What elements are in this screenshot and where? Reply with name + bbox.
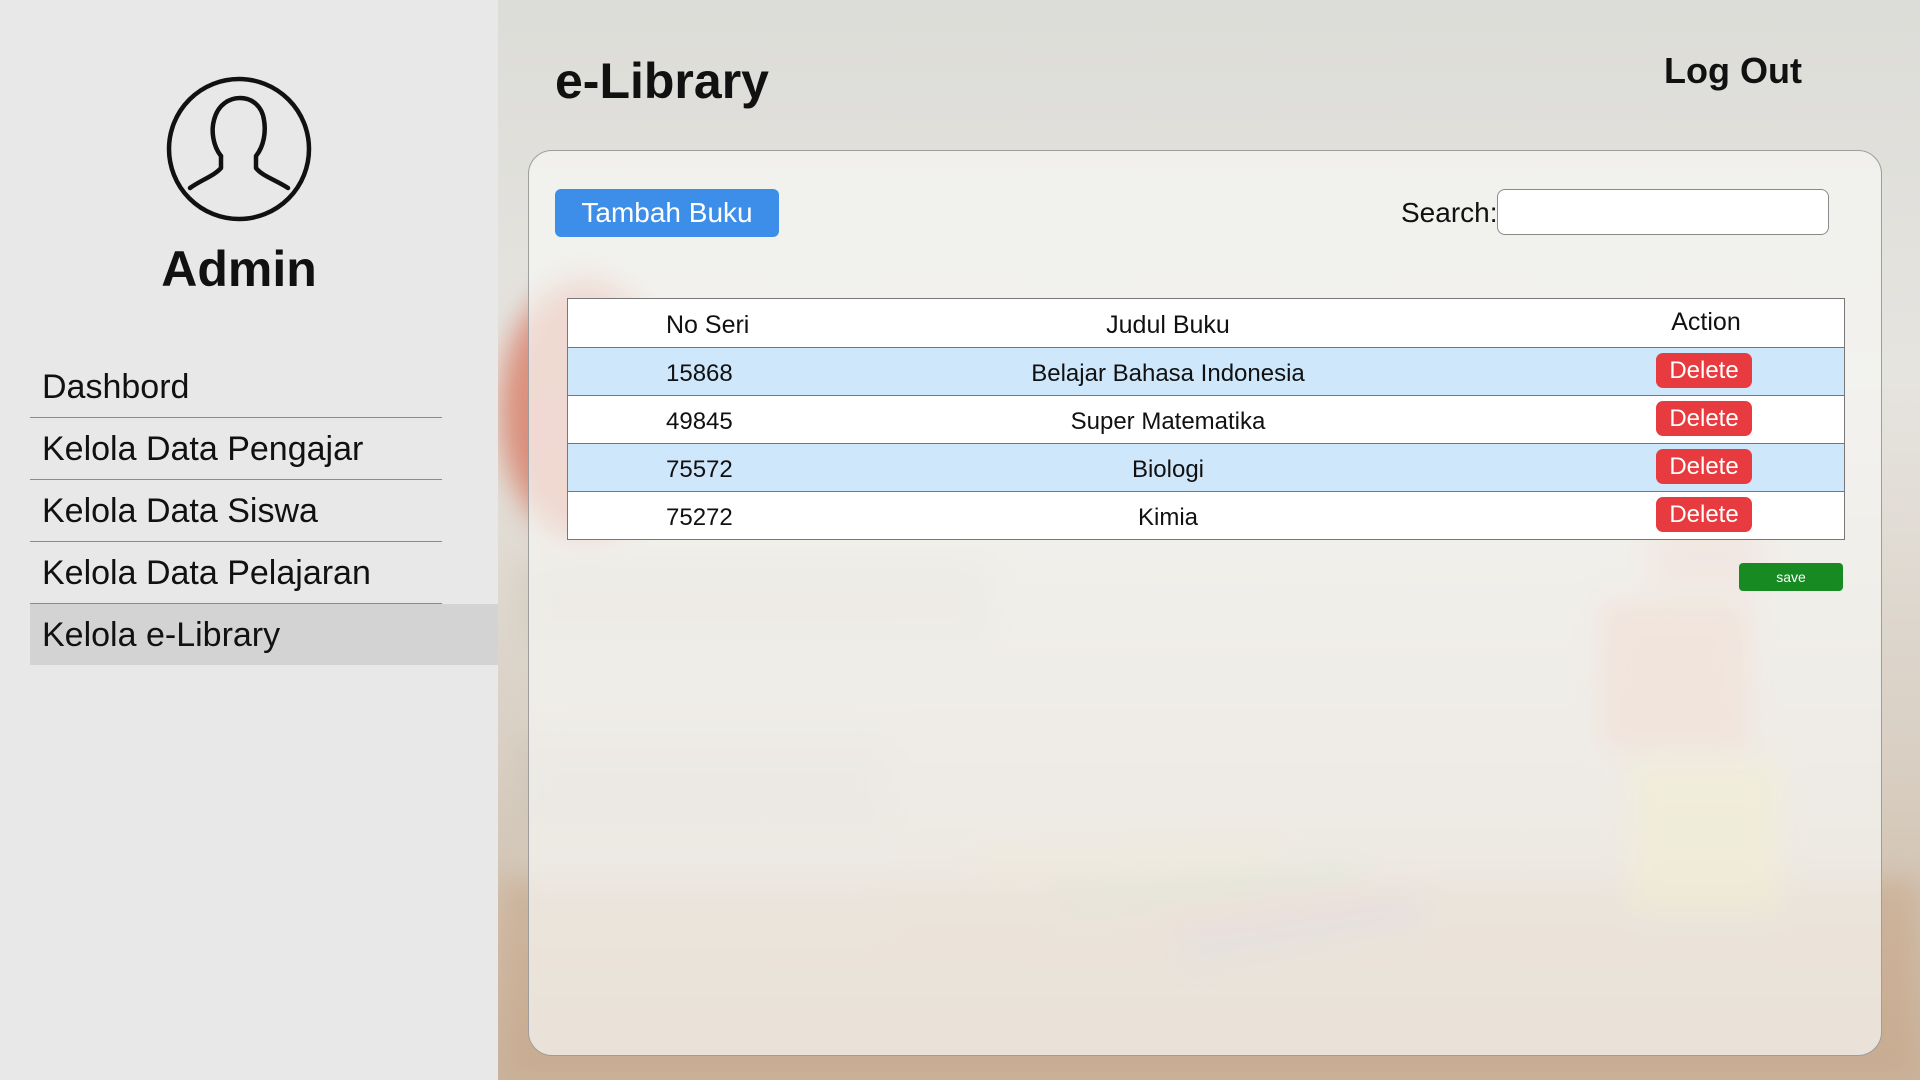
cell-no-seri: 49845: [666, 408, 733, 435]
nav-item-kelola-e-library[interactable]: Kelola e-Library: [30, 604, 498, 665]
cell-judul-buku: Kimia: [1137, 504, 1198, 531]
delete-button[interactable]: Delete: [1656, 401, 1752, 436]
table-row: 75272 Kimia Delete: [568, 492, 1844, 539]
cell-judul-buku: Belajar Bahasa Indonesia: [1031, 360, 1305, 387]
nav-item-kelola-data-pelajaran[interactable]: Kelola Data Pelajaran: [30, 542, 442, 604]
nav-item-kelola-data-siswa[interactable]: Kelola Data Siswa: [30, 480, 442, 542]
user-avatar-icon: [166, 76, 312, 222]
sidebar-nav: Dashbord Kelola Data Pengajar Kelola Dat…: [30, 356, 498, 665]
nav-item-kelola-data-pengajar[interactable]: Kelola Data Pengajar: [30, 418, 442, 480]
logout-button[interactable]: Log Out: [1664, 50, 1802, 92]
delete-button[interactable]: Delete: [1656, 449, 1752, 484]
table-row: 49845 Super Matematika Delete: [568, 396, 1844, 444]
cell-no-seri: 75572: [666, 456, 733, 483]
cell-judul-buku: Super Matematika: [1070, 408, 1266, 435]
table-row: 15868 Belajar Bahasa Indonesia Delete: [568, 348, 1844, 396]
nav-item-dashbord[interactable]: Dashbord: [30, 356, 442, 418]
column-header-no-seri: No Seri: [666, 311, 750, 339]
table-header-row: No Seri Judul Buku Action: [568, 299, 1844, 348]
delete-button[interactable]: Delete: [1656, 353, 1752, 388]
user-name: Admin: [161, 241, 317, 297]
content-panel: Tambah Buku Search: No Seri Judul Buku A…: [528, 150, 1882, 1056]
search-input[interactable]: [1497, 189, 1829, 235]
delete-button[interactable]: Delete: [1656, 497, 1752, 532]
search-label: Search:: [1401, 197, 1498, 228]
table-row: 75572 Biologi Delete: [568, 444, 1844, 492]
column-header-judul-buku: Judul Buku: [1106, 311, 1230, 339]
cell-no-seri: 15868: [666, 360, 733, 387]
page-title: e-Library: [555, 53, 769, 109]
save-button[interactable]: save: [1739, 563, 1843, 591]
books-table: No Seri Judul Buku Action 15868 Belajar …: [567, 298, 1845, 540]
add-book-button[interactable]: Tambah Buku: [555, 189, 779, 237]
cell-no-seri: 75272: [666, 504, 733, 531]
sidebar: Admin Dashbord Kelola Data Pengajar Kelo…: [0, 0, 498, 1080]
cell-judul-buku: Biologi: [1131, 456, 1205, 483]
column-header-action: Action: [1671, 308, 1741, 336]
